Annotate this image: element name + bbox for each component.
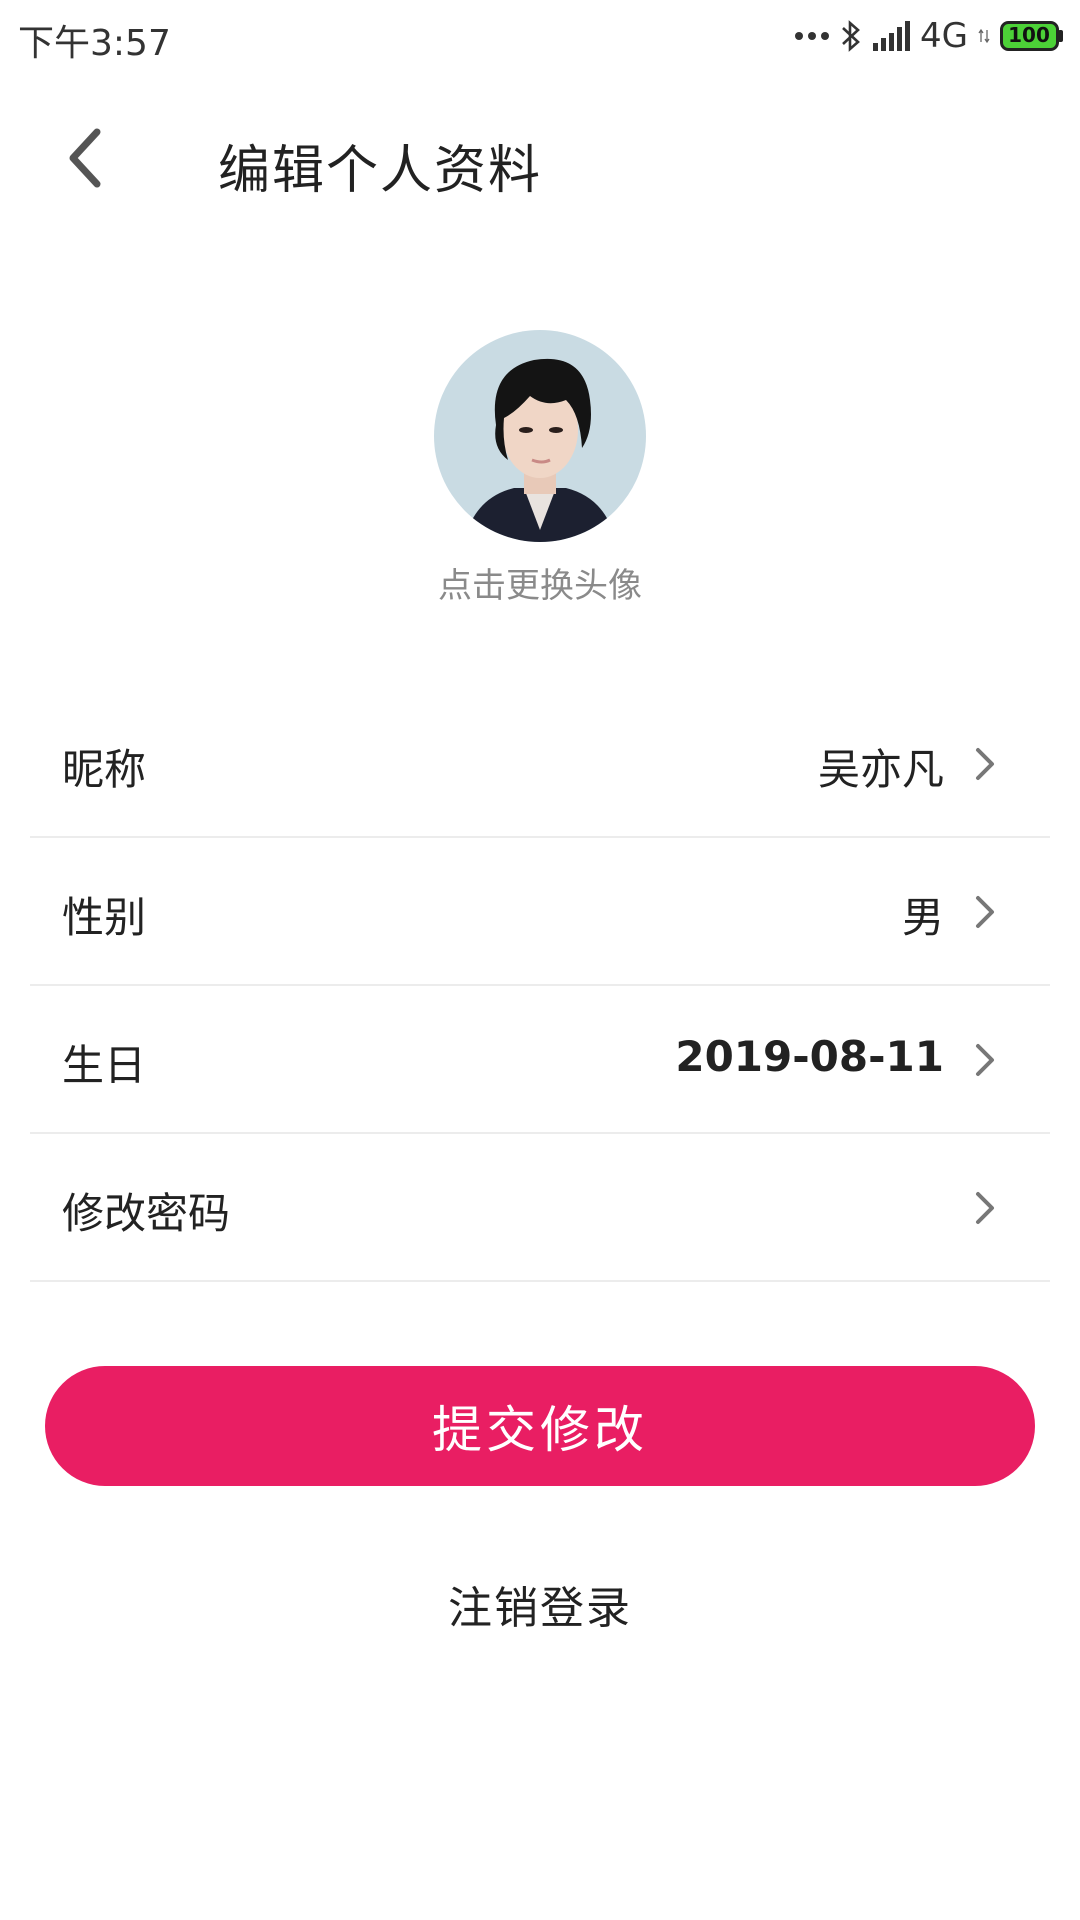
logout-button[interactable]: 注销登录	[0, 1572, 1080, 1636]
chevron-left-icon	[65, 126, 105, 194]
change-avatar-hint[interactable]: 点击更换头像	[0, 558, 1080, 607]
data-arrows-icon	[978, 28, 990, 44]
more-dots-icon	[794, 30, 830, 42]
network-type: 4G	[920, 16, 968, 56]
change-password-row[interactable]: 修改密码	[30, 1134, 1050, 1282]
gender-value: 男	[901, 893, 944, 942]
birthday-value: 2019-08-11	[675, 1032, 944, 1081]
profile-form: 昵称 吴亦凡 性别 男 生日 2019-08-11 修改密码	[30, 690, 1050, 1282]
chevron-right-icon	[976, 748, 994, 780]
battery-level: 100	[1008, 23, 1050, 47]
nickname-label: 昵称	[62, 745, 147, 794]
page-title: 编辑个人资料	[218, 141, 543, 201]
birthday-label: 生日	[62, 1041, 147, 1090]
edit-profile-screen: 下午3:57 4G 100 编辑个人资料 点击更换头像 昵称 吴亦凡 性别 男 …	[0, 0, 1080, 1920]
avatar-image	[434, 330, 646, 542]
avatar[interactable]	[434, 330, 646, 542]
nickname-value: 吴亦凡	[817, 745, 944, 794]
back-button[interactable]	[50, 120, 120, 200]
birthday-row[interactable]: 生日 2019-08-11	[30, 986, 1050, 1134]
header: 编辑个人资料	[0, 100, 1080, 220]
gender-row[interactable]: 性别 男	[30, 838, 1050, 986]
status-bar: 下午3:57 4G 100	[0, 0, 1080, 72]
signal-icon	[872, 21, 911, 51]
change-password-label: 修改密码	[62, 1189, 231, 1238]
gender-label: 性别	[62, 893, 147, 942]
chevron-right-icon	[976, 1192, 994, 1224]
nickname-row[interactable]: 昵称 吴亦凡	[30, 690, 1050, 838]
bluetooth-icon	[840, 19, 862, 53]
chevron-right-icon	[976, 1044, 994, 1076]
submit-changes-button[interactable]: 提交修改	[45, 1366, 1035, 1486]
status-icons: 4G 100	[794, 14, 1064, 58]
battery-icon: 100	[1000, 21, 1064, 51]
status-time: 下午3:57	[18, 23, 171, 64]
chevron-right-icon	[976, 896, 994, 928]
